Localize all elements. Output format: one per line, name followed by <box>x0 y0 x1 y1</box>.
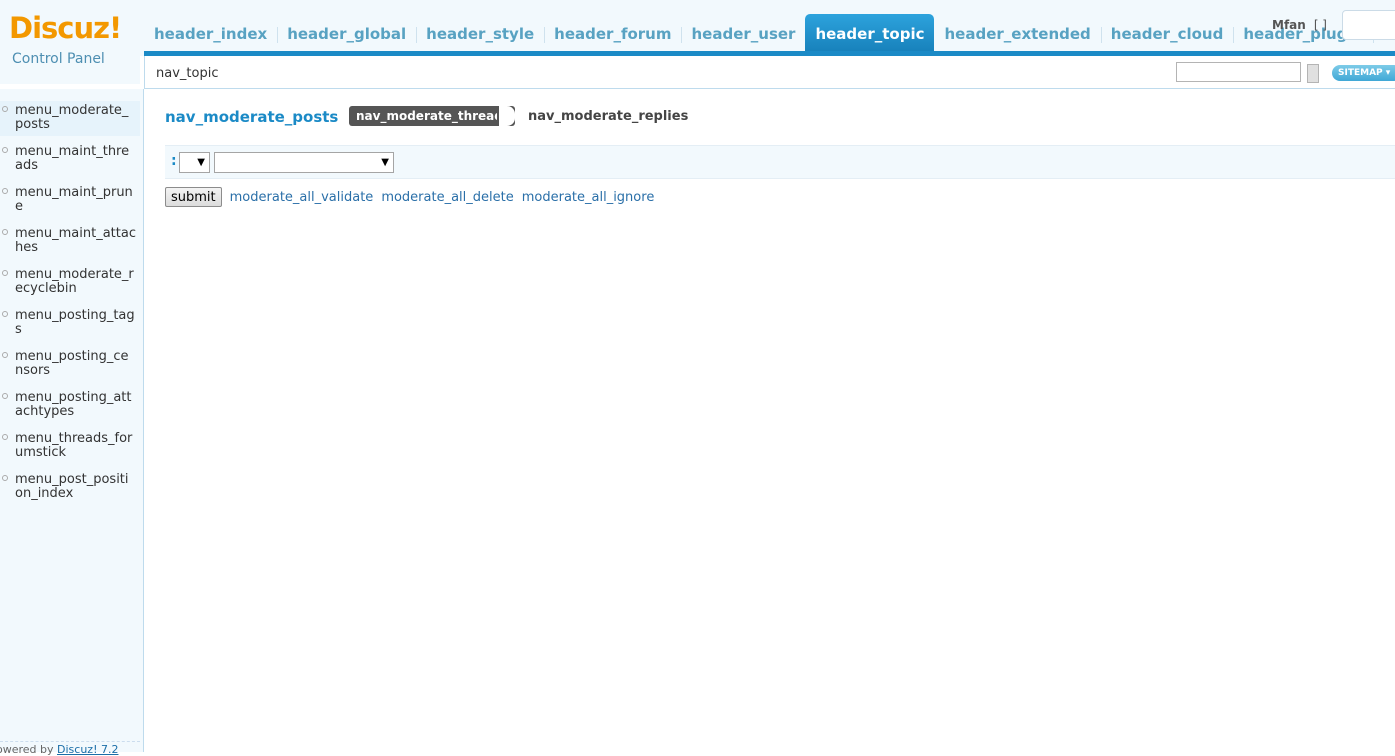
header: header_index header_global header_style … <box>0 0 1395 56</box>
bullet-icon <box>2 270 8 276</box>
user-panel-frame <box>1342 10 1395 40</box>
moderate-all-ignore-link[interactable]: moderate_all_ignore <box>522 190 655 205</box>
filter-colon: : <box>171 153 177 169</box>
sidebar-divider <box>0 741 140 742</box>
page-title[interactable]: nav_moderate_posts <box>165 108 338 126</box>
powered-link[interactable]: Discuz! 7.2 <box>57 743 118 756</box>
sidebar-item-maint-threads[interactable]: menu_maint_threads <box>0 142 140 177</box>
powered-by: owered by Discuz! 7.2 <box>0 743 118 756</box>
tab-header-forum[interactable]: header_forum <box>544 14 681 54</box>
logo-brand: Discuz! <box>9 11 122 45</box>
sidebar-item-label: menu_moderate_recyclebin <box>15 267 134 296</box>
tab-header-index[interactable]: header_index <box>144 14 277 54</box>
sidebar-item-posting-attachtypes[interactable]: menu_posting_attachtypes <box>0 388 140 423</box>
tab-moderate-replies[interactable]: nav_moderate_replies <box>528 109 688 124</box>
sidebar-item-label: menu_posting_tags <box>15 308 135 337</box>
sitemap-button[interactable]: SITEMAP ▾ <box>1332 65 1395 81</box>
user-bracket[interactable]: [ ] <box>1314 18 1327 32</box>
sitemap-label: SITEMAP <box>1338 68 1383 78</box>
sidebar-item-label: menu_maint_attaches <box>15 226 136 255</box>
sidebar-item-maint-attaches[interactable]: menu_maint_attaches <box>0 224 140 259</box>
breadcrumb: nav_topic <box>156 66 219 81</box>
bullet-icon <box>2 147 8 153</box>
filter-select-forum[interactable]: ▼ <box>214 152 394 173</box>
powered-prefix: owered by <box>0 743 58 756</box>
sidebar-item-moderate-posts[interactable]: menu_moderate_posts <box>0 101 140 136</box>
bullet-icon <box>2 475 8 481</box>
filter-select-small[interactable]: ▼ <box>179 152 210 173</box>
tab-header-cloud[interactable]: header_cloud <box>1100 14 1234 54</box>
sidebar-item-posting-censors[interactable]: menu_posting_censors <box>0 347 140 382</box>
sidebar-item-label: menu_moderate_posts <box>15 103 129 132</box>
top-navigation: header_index header_global header_style … <box>144 14 1395 54</box>
moderate-all-delete-link[interactable]: moderate_all_delete <box>381 190 513 205</box>
tab-header-user[interactable]: header_user <box>681 14 805 54</box>
user-info: Mfan [ ] <box>1272 18 1327 32</box>
tab-cap <box>497 106 515 126</box>
moderate-all-validate-link[interactable]: moderate_all_validate <box>230 190 374 205</box>
tab-label: nav_moderate_threads <box>356 109 510 123</box>
sidebar: menu_moderate_posts menu_maint_threads m… <box>0 89 144 756</box>
submit-button[interactable]: submit <box>165 187 222 207</box>
bullet-icon <box>2 106 8 112</box>
dropdown-arrow-icon: ▼ <box>381 157 389 168</box>
sidebar-item-label: menu_maint_threads <box>15 144 130 173</box>
sidebar-item-label: menu_post_position_index <box>15 472 129 501</box>
tab-header-extended[interactable]: header_extended <box>934 14 1100 54</box>
tab-header-topic[interactable]: header_topic <box>805 14 935 54</box>
logo-subtitle: Control Panel <box>12 51 105 67</box>
dropdown-arrow-icon: ▼ <box>197 157 205 168</box>
bullet-icon <box>2 188 8 194</box>
bullet-icon <box>2 352 8 358</box>
sidebar-item-posting-tags[interactable]: menu_posting_tags <box>0 306 140 341</box>
tab-header-global[interactable]: header_global <box>277 14 416 54</box>
sidebar-item-label: menu_threads_forumstick <box>15 431 133 460</box>
tab-header-style[interactable]: header_style <box>416 14 544 54</box>
sidebar-item-moderate-recyclebin[interactable]: menu_moderate_recyclebin <box>0 265 140 300</box>
bullet-icon <box>2 229 8 235</box>
search-input[interactable] <box>1176 62 1301 82</box>
bullet-icon <box>2 393 8 399</box>
sidebar-item-threads-forumstick[interactable]: menu_threads_forumstick <box>0 429 140 464</box>
logo[interactable]: Discuz! Control Panel <box>0 0 140 84</box>
sidebar-menu: menu_moderate_posts menu_maint_threads m… <box>0 101 143 505</box>
sidebar-item-label: menu_posting_attachtypes <box>15 390 132 419</box>
main-content: nav_moderate_posts nav_moderate_threads … <box>145 89 1395 752</box>
action-row: submit moderate_all_validate moderate_al… <box>165 187 662 207</box>
sidebar-item-label: menu_maint_prune <box>15 185 133 214</box>
username[interactable]: Mfan <box>1272 18 1306 32</box>
sidebar-item-post-position-index[interactable]: menu_post_position_index <box>0 470 140 505</box>
bullet-icon <box>2 311 8 317</box>
sidebar-item-maint-prune[interactable]: menu_maint_prune <box>0 183 140 218</box>
bullet-icon <box>2 434 8 440</box>
search-button[interactable] <box>1307 64 1319 83</box>
subnav-bar: nav_topic SITEMAP ▾ <box>144 56 1395 89</box>
sidebar-item-label: menu_posting_censors <box>15 349 129 378</box>
tab-moderate-threads[interactable]: nav_moderate_threads <box>349 106 515 126</box>
filter-bar: : ▼ ▼ <box>165 145 1395 179</box>
